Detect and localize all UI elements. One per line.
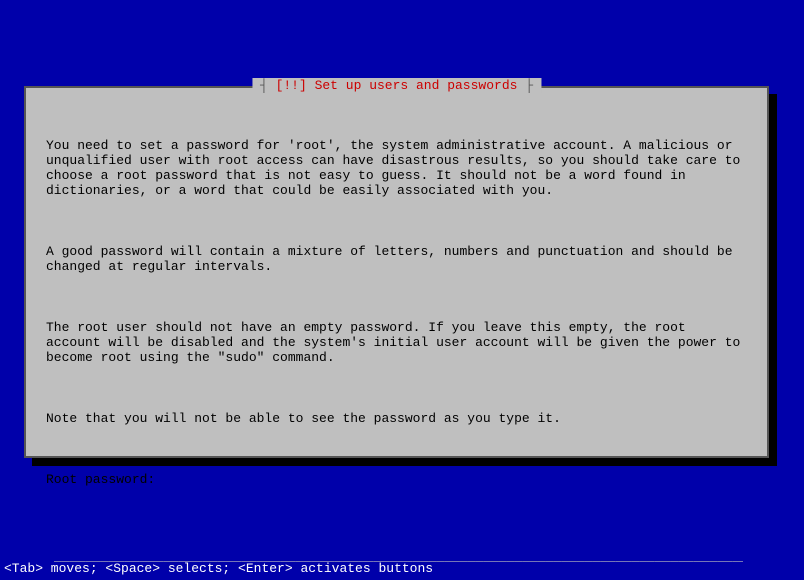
root-password-input[interactable]: ________________________________________…: [46, 544, 747, 562]
title-pipe-right: ├: [517, 78, 533, 93]
paragraph-4: Note that you will not be able to see th…: [46, 411, 747, 426]
installer-dialog: ┤ [!!] Set up users and passwords ├ You …: [24, 86, 769, 458]
paragraph-1: You need to set a password for 'root', t…: [46, 138, 747, 198]
title-pipe-left: ┤: [260, 78, 276, 93]
password-prompt-label: Root password:: [46, 472, 747, 487]
paragraph-2: A good password will contain a mixture o…: [46, 244, 747, 274]
dialog-body: You need to set a password for 'root', t…: [46, 106, 747, 580]
dialog-title: [!!] Set up users and passwords: [276, 78, 518, 93]
footer-help-text: <Tab> moves; <Space> selects; <Enter> ac…: [4, 561, 433, 576]
paragraph-3: The root user should not have an empty p…: [46, 320, 747, 365]
dialog-title-wrap: ┤ [!!] Set up users and passwords ├: [252, 78, 541, 93]
